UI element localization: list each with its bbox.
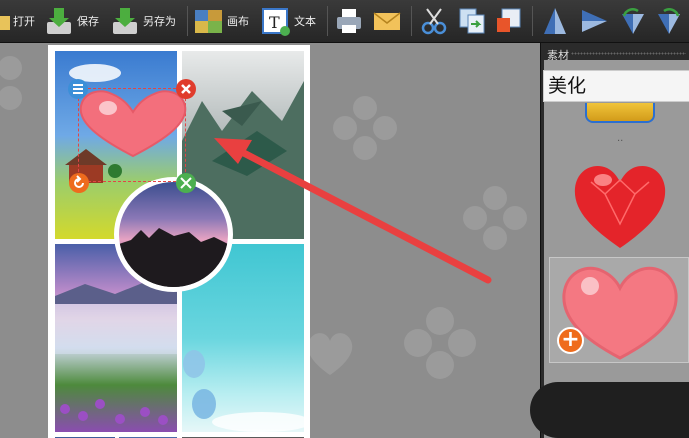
annotation-arrow [214,138,492,284]
